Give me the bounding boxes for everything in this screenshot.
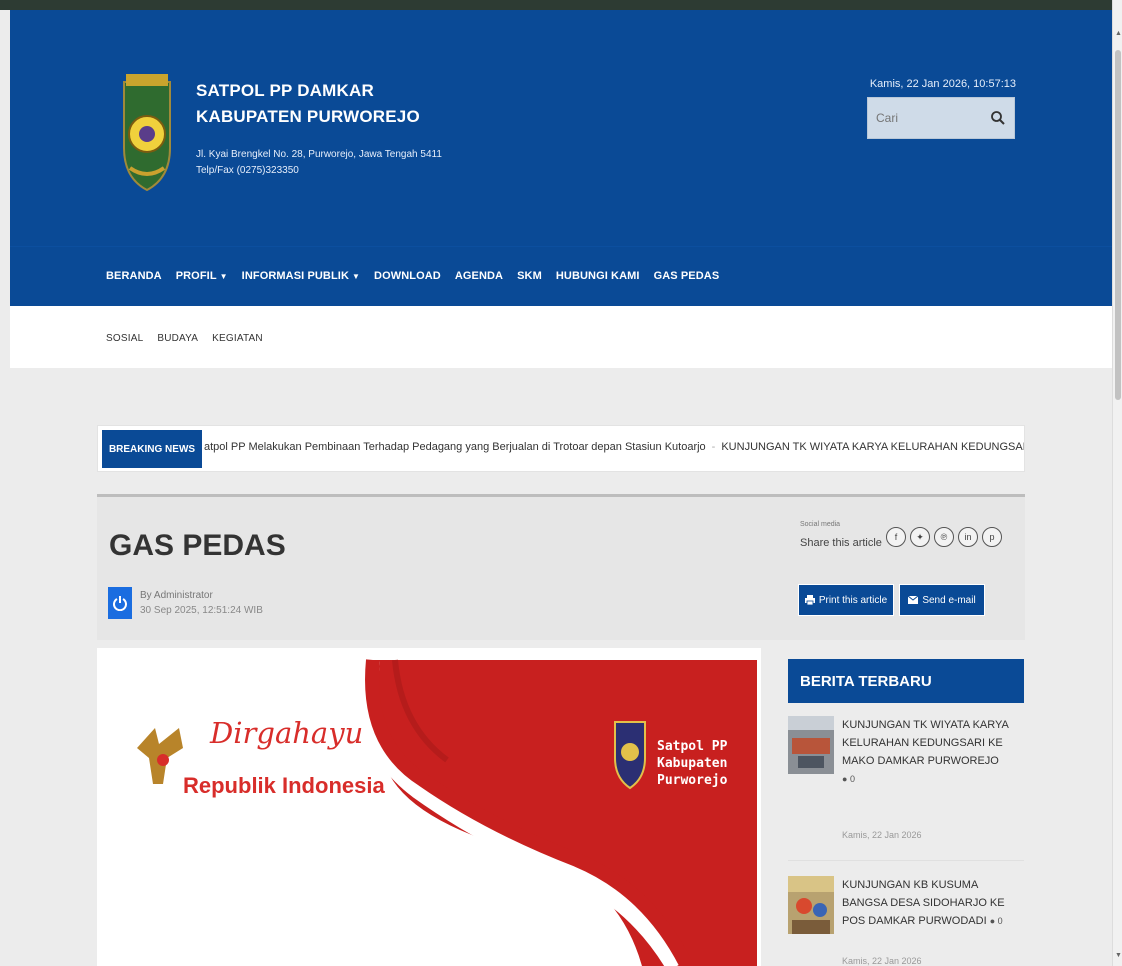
nav-item-skm[interactable]: SKM (517, 270, 542, 282)
print-article-button[interactable]: Print this article (798, 584, 894, 616)
breaking-news-item[interactable]: KUNJUNGAN TK WIYATA KARYA KELURAHAN KEDU… (721, 441, 1024, 453)
breaking-news-label: BREAKING NEWS (102, 430, 202, 468)
breaking-news-item[interactable]: atpol PP Melakukan Pembinaan Terhadap Pe… (204, 441, 706, 453)
news-thumbnail[interactable] (788, 876, 834, 934)
nav-item-beranda[interactable]: BERANDA (106, 270, 162, 282)
news-title[interactable]: KUNJUNGAN TK WIYATA KARYA KELURAHAN KEDU… (842, 716, 1018, 788)
secondary-nav: SOSIAL BUDAYA KEGIATAN (106, 333, 263, 344)
email-icon (908, 596, 919, 604)
site-title-line1[interactable]: SATPOL PP DAMKAR (196, 80, 420, 102)
twitter-icon[interactable]: ✦ (910, 527, 930, 547)
satpol-pp-logo (614, 721, 646, 790)
subnav-item-budaya[interactable]: BUDAYA (157, 333, 198, 344)
ticker-separator: - (711, 441, 716, 453)
article-title: GAS PEDAS (109, 529, 286, 562)
browser-top-strip (0, 0, 1112, 10)
article-author[interactable]: By Administrator (140, 590, 213, 601)
banner-dirgahayu: Dirgahayu (210, 716, 364, 750)
share-icons: f ✦ ℗ in p (886, 527, 1002, 547)
comment-count: ● 0 (989, 916, 1003, 926)
scroll-down-arrow-icon[interactable]: ▼ (1115, 952, 1122, 959)
nav-item-download[interactable]: DOWNLOAD (374, 270, 441, 282)
list-item[interactable]: KUNJUNGAN TK WIYATA KARYA KELURAHAN KEDU… (788, 716, 1024, 856)
pinterest-icon[interactable]: ℗ (934, 527, 954, 547)
nav-item-informasi-publik[interactable]: INFORMASI PUBLIK ▼ (242, 270, 360, 282)
news-thumbnail[interactable] (788, 716, 834, 774)
author-avatar (108, 587, 132, 619)
print-icon (804, 595, 815, 605)
article-date: 30 Sep 2025, 12:51:24 WIB (140, 605, 263, 616)
share-label: Social media (800, 521, 841, 528)
regency-logo[interactable] (120, 70, 174, 194)
news-date: Kamis, 22 Jan 2026 (842, 830, 922, 840)
list-item[interactable]: KUNJUNGAN KB KUSUMA BANGSA DESA SIDOHARJ… (788, 876, 1024, 966)
banner-republik: Republik Indonesia (183, 773, 385, 798)
search-icon[interactable] (990, 110, 1006, 126)
send-email-button[interactable]: Send e-mail (899, 584, 985, 616)
banner-brand: Satpol PP Kabupaten Purworejo (657, 739, 728, 788)
pinterest-alt-icon[interactable]: p (982, 527, 1002, 547)
banner-graphic (97, 648, 761, 966)
nav-item-gas-pedas[interactable]: GAS PEDAS (654, 270, 720, 282)
site-phone: Telp/Fax (0275)323350 (196, 165, 299, 176)
article-header: GAS PEDAS By Administrator 30 Sep 2025, … (97, 494, 1025, 640)
nav-item-hubungi-kami[interactable]: HUBUNGI KAMI (556, 270, 640, 282)
subnav-item-sosial[interactable]: SOSIAL (106, 333, 143, 344)
nav-item-agenda[interactable]: AGENDA (455, 270, 503, 282)
chevron-down-icon: ▼ (352, 271, 361, 281)
nav-item-profil[interactable]: PROFIL ▼ (176, 270, 228, 282)
breaking-news-ticker: atpol PP Melakukan Pembinaan Terhadap Pe… (204, 441, 1024, 453)
facebook-icon[interactable]: f (886, 527, 906, 547)
share-text: Share this article (800, 537, 882, 549)
chevron-down-icon: ▼ (219, 271, 228, 281)
breaking-news-bar: BREAKING NEWS atpol PP Melakukan Pembina… (97, 425, 1025, 472)
scroll-up-arrow-icon[interactable]: ▲ (1115, 30, 1122, 37)
scrollbar-thumb[interactable] (1115, 50, 1121, 400)
linkedin-icon[interactable]: in (958, 527, 978, 547)
sidebar-divider (788, 860, 1024, 861)
article-featured-image: Dirgahayu Republik Indonesia Satpol PP K… (97, 648, 761, 966)
power-icon (113, 596, 127, 611)
search-box[interactable] (867, 97, 1015, 139)
search-input[interactable] (868, 98, 986, 138)
news-date: Kamis, 22 Jan 2026 (842, 956, 922, 966)
sidebar-heading: BERITA TERBARU (788, 659, 1024, 703)
site-address: Jl. Kyai Brengkel No. 28, Purworejo, Jaw… (196, 149, 442, 160)
news-title[interactable]: KUNJUNGAN KB KUSUMA BANGSA DESA SIDOHARJ… (842, 876, 1018, 930)
page-scrollbar[interactable]: ▲ ▼ (1112, 0, 1122, 966)
site-title-line2[interactable]: KABUPATEN PURWOREJO (196, 106, 420, 128)
subnav-item-kegiatan[interactable]: KEGIATAN (212, 333, 263, 344)
current-datetime: Kamis, 22 Jan 2026, 10:57:13 (869, 78, 1016, 90)
main-nav: BERANDA PROFIL ▼ INFORMASI PUBLIK ▼ DOWNLO… (106, 270, 719, 282)
comment-count: ● 0 (842, 774, 855, 784)
